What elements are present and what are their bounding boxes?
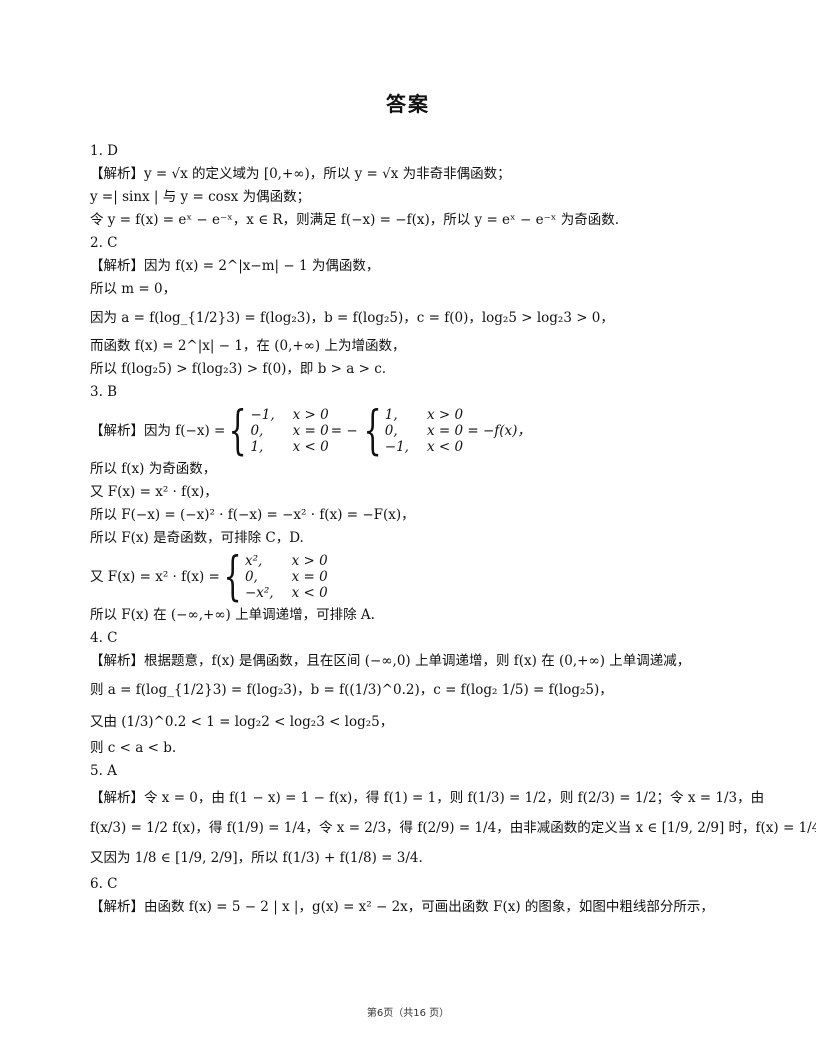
case-condition: x < 0 (291, 585, 328, 601)
case-value: 0, (244, 569, 258, 585)
analysis-line: 【解析】因为 f(x) = 2^|x−m| − 1 为偶函数， (90, 258, 380, 274)
piecewise-prefix: 又 F(x) = x² · f(x) = (90, 568, 220, 585)
case-condition: x = 0 (291, 569, 328, 585)
analysis-line: 【解析】令 x = 0，由 f(1 − x) = 1 − f(x)，得 f(1)… (90, 790, 765, 806)
case-condition: x < 0 (292, 439, 329, 455)
case-condition: x < 0 (426, 439, 464, 455)
case-condition: x = 0 (292, 423, 329, 439)
case-value: 1, (250, 439, 264, 455)
answer-content: 1. D 【解析】y = √x 的定义域为 [0,+∞)，所以 y = √x 为… (90, 140, 816, 919)
piecewise-equation: 又 F(x) = x² · f(x) = { x², x > 0 0, x = 0 −x… (90, 550, 740, 604)
analysis-line: 又因为 1/8 ∈ [1/9, 2/9]，所以 f(1/3) + f(1/8) … (90, 850, 423, 866)
answer-header: 5. A (90, 763, 117, 779)
case-value: x², (244, 553, 263, 569)
analysis-line: 又由 (1/3)^0.2 < 1 = log₂2 < log₂3 < log₂5… (90, 714, 394, 730)
case-value: 1, (384, 407, 398, 423)
analysis-line: 所以 m = 0， (90, 281, 177, 297)
answer-header: 4. C (90, 630, 118, 646)
analysis-line: 【解析】y = √x 的定义域为 [0,+∞)，所以 y = √x 为非奇非偶函… (90, 166, 511, 182)
piecewise-equation: 【解析】因为 f(−x) = { −1, x > 0 0, x = 0 1, x < 0 … (90, 404, 740, 458)
case-condition: x > 0 (291, 553, 328, 569)
analysis-line: 所以 F(x) 在 (−∞,+∞) 上单调递增，可排除 A. (90, 607, 375, 623)
case-condition: x > 0 (426, 407, 464, 423)
case-condition: x = 0 = −f(x)， (426, 423, 531, 439)
analysis-line: 所以 F(x) 是奇函数，可排除 C，D. (90, 530, 304, 546)
brace-icon: { (363, 401, 382, 461)
page-title: 答案 (386, 92, 430, 116)
analysis-line: 又 F(x) = x² · f(x)， (90, 484, 218, 500)
document-page: 答案 1. D 【解析】y = √x 的定义域为 [0,+∞)，所以 y = √… (0, 0, 816, 1056)
analysis-line: f(x/3) = 1/2 f(x)，得 f(1/9) = 1/4，令 x = 2… (90, 820, 816, 836)
answer-header: 6. C (90, 876, 118, 892)
analysis-line: 令 y = f(x) = eˣ − e⁻ˣ，x ∈ R，则满足 f(−x) = … (90, 212, 620, 228)
brace-icon: { (228, 401, 248, 461)
analysis-line: 因为 a = f(log_{1/2}3) = f(log₂3)，b = f(lo… (90, 310, 614, 326)
analysis-line: 则 c < a < b. (90, 740, 177, 756)
case-value: −1, (384, 439, 409, 455)
case-value: −x², (244, 585, 274, 601)
analysis-line: y =| sinx | 与 y = cosx 为偶函数； (90, 189, 311, 205)
piecewise-cases-left: −1, x > 0 0, x = 0 1, x < 0 (250, 407, 328, 455)
analysis-line: 所以 f(log₂5) > f(log₂3) > f(0)，即 b > a > … (90, 361, 387, 377)
case-condition: x > 0 (292, 407, 329, 423)
analysis-line: 而函数 f(x) = 2^|x| − 1，在 (0,+∞) 上为增函数， (90, 338, 406, 354)
piecewise-cases: x², x > 0 0, x = 0 −x², x < 0 (245, 553, 328, 601)
analysis-line: 【解析】由函数 f(x) = 5 − 2 | x |，g(x) = x² − 2… (90, 899, 714, 915)
case-value: 0, (250, 423, 264, 439)
piecewise-prefix: 【解析】因为 f(−x) = (90, 422, 226, 439)
brace-icon: { (223, 547, 242, 607)
case-value: −1, (250, 407, 275, 423)
analysis-line: 所以 F(−x) = (−x)² · f(−x) = −x² · f(x) = … (90, 507, 415, 523)
page-footer: 第6页（共16 页） (366, 1008, 450, 1019)
analysis-line: 则 a = f(log_{1/2}3) = f(log₂3)，b = f((1/… (90, 682, 613, 698)
answer-header: 3. B (90, 384, 118, 400)
answer-header: 1. D (90, 143, 118, 159)
answer-header: 2. C (90, 235, 118, 251)
case-value: 0, (384, 423, 398, 439)
piecewise-cases-right: 1, x > 0 0, x = 0 = −f(x)， −1, x < 0 (385, 407, 531, 455)
piecewise-middle: = − (330, 422, 358, 439)
analysis-line: 所以 f(x) 为奇函数， (90, 461, 217, 477)
analysis-line: 【解析】根据题意，f(x) 是偶函数，且在区间 (−∞,0) 上单调递增，则 f… (90, 653, 691, 669)
